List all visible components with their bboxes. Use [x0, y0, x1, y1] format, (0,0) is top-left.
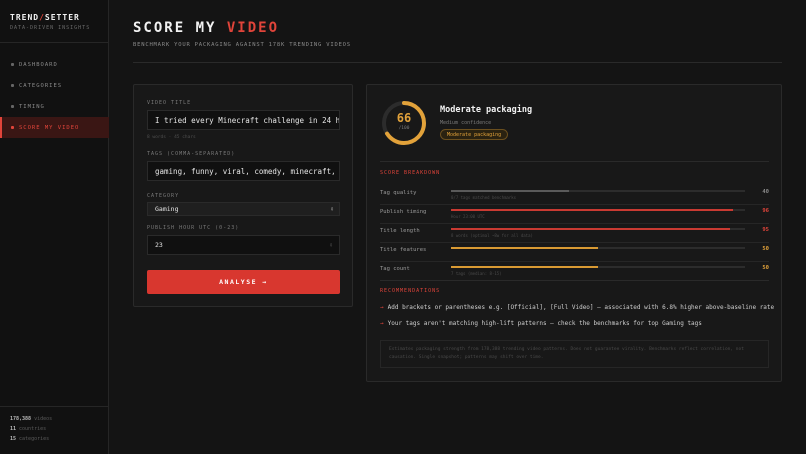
verdict-badge: Moderate packaging: [440, 129, 509, 140]
dataset-stats: 178,388 videos 11 countries 15 categories: [10, 416, 52, 446]
breakdown-bar: [451, 190, 745, 192]
sidebar-item-timing[interactable]: TIMING: [0, 96, 109, 117]
breakdown-row-publish-timing: Publish timing Hour 23:00 UTC 96: [380, 206, 769, 224]
breakdown-label: Publish timing: [380, 209, 427, 215]
disclaimer: Estimates packaging strength from 178,38…: [380, 340, 769, 368]
breakdown-value: 50: [762, 246, 769, 252]
sidebar: TREND/SETTER DATA-DRIVEN INSIGHTS DASHBO…: [0, 0, 109, 454]
score-max: /100: [398, 126, 410, 131]
stepper-icon[interactable]: ⇕: [329, 242, 333, 249]
brand-tagline: DATA-DRIVEN INSIGHTS: [10, 25, 91, 31]
breakdown-row-tag-quality: Tag quality 0/7 tags matched benchmarks …: [380, 187, 769, 205]
analyse-button[interactable]: ANALYSE →: [147, 270, 340, 294]
breakdown-row-title-length: Title length 8 words (optimal ~8w for al…: [380, 225, 769, 243]
verdict-title: Moderate packaging: [440, 105, 533, 115]
bullet-icon: [11, 63, 14, 66]
bullet-icon: [11, 84, 14, 87]
breakdown-note: 7 tags (median: 8-15): [451, 271, 502, 276]
breakdown-value: 95: [762, 227, 769, 233]
publish-hour-label: PUBLISH HOUR UTC (0-23): [147, 225, 240, 231]
breakdown-bar: [451, 247, 745, 249]
tags-input[interactable]: gaming, funny, viral, comedy, minecraft,…: [147, 161, 340, 181]
category-select[interactable]: Gaming ⇕: [147, 202, 340, 216]
breakdown-row-tag-count: Tag count 7 tags (median: 8-15) 50: [380, 263, 769, 281]
sidebar-item-score-my-video[interactable]: SCORE MY VIDEO: [0, 117, 109, 138]
result-card: 66 /100 Moderate packaging Medium confid…: [366, 84, 782, 382]
page-subtitle: BENCHMARK YOUR PACKAGING AGAINST 178K TR…: [133, 42, 351, 48]
breakdown-bar: [451, 228, 745, 230]
publish-hour-input[interactable]: 23 ⇕: [147, 235, 340, 255]
arrow-icon: →: [380, 304, 384, 311]
breakdown-row-title-features: Title features 50: [380, 244, 769, 262]
bullet-icon: [11, 126, 14, 129]
breakdown-label: Tag quality: [380, 190, 417, 196]
sidebar-divider: [0, 406, 109, 407]
breakdown-label: Title features: [380, 247, 427, 253]
breakdown-bar-fill: [451, 247, 598, 249]
video-title-hint: 8 words · 45 chars: [147, 135, 196, 140]
brand-logo: TREND/SETTER: [10, 13, 80, 22]
sidebar-item-dashboard[interactable]: DASHBOARD: [0, 54, 109, 75]
arrow-icon: →: [380, 320, 384, 327]
sidebar-item-categories[interactable]: CATEGORIES: [0, 75, 109, 96]
breakdown-label: Tag count: [380, 266, 410, 272]
stat-videos: 178,388 videos: [10, 416, 53, 422]
video-title-label: VIDEO TITLE: [147, 100, 192, 106]
breakdown-bar-fill: [451, 190, 569, 192]
recommendation-item: → Your tags aren't matching high-lift pat…: [380, 320, 702, 327]
stat-countries: 11 countries: [10, 426, 47, 432]
main-content: SCORE MY VIDEO BENCHMARK YOUR PACKAGING …: [109, 0, 806, 454]
category-label: CATEGORY: [147, 193, 180, 199]
recommendation-item: → Add brackets or parentheses e.g. [Offic…: [380, 304, 775, 311]
recommendations-title: RECOMMENDATIONS: [380, 288, 441, 294]
select-chevron-icon: ⇕: [330, 205, 334, 213]
video-title-input[interactable]: I tried every Minecraft challenge in 24 …: [147, 110, 340, 130]
bullet-icon: [11, 105, 14, 108]
breakdown-bar-fill: [451, 266, 598, 268]
section-divider: [380, 280, 769, 281]
breakdown-bar-fill: [451, 209, 734, 211]
sidebar-nav: DASHBOARD CATEGORIES TIMING SCORE MY VID…: [0, 54, 109, 138]
breakdown-bar-fill: [451, 228, 731, 230]
breakdown-note: 8 words (optimal ~8w for all data): [451, 233, 533, 238]
breakdown-title: SCORE BREAKDOWN: [380, 170, 441, 176]
breakdown-note: Hour 23:00 UTC: [451, 214, 485, 219]
confidence-label: Medium confidence: [440, 120, 492, 126]
stat-categories: 15 categories: [10, 436, 50, 442]
page-title: SCORE MY VIDEO: [133, 20, 280, 36]
video-form-card: VIDEO TITLE I tried every Minecraft chal…: [133, 84, 353, 307]
breakdown-value: 40: [762, 189, 769, 195]
breakdown-value: 96: [762, 208, 769, 214]
score-value: 66: [396, 111, 412, 125]
breakdown-note: 0/7 tags matched benchmarks: [451, 195, 517, 200]
sidebar-divider: [0, 42, 109, 43]
breakdown-bar: [451, 266, 745, 268]
breakdown-bar: [451, 209, 745, 211]
breakdown-label: Title length: [380, 228, 420, 234]
section-divider: [380, 161, 769, 162]
header-divider: [133, 62, 782, 63]
breakdown-value: 50: [762, 265, 769, 271]
tags-label: TAGS (COMMA-SEPARATED): [147, 151, 236, 157]
